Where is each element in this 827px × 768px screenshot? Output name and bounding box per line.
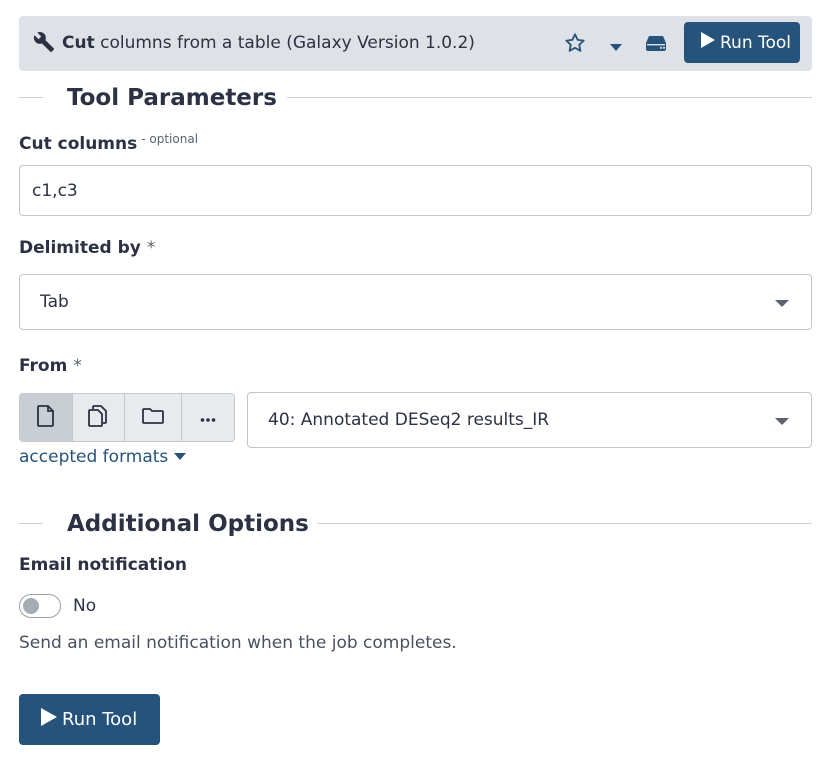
more-options-button[interactable] <box>182 394 235 441</box>
run-tool-label: Run Tool <box>62 709 138 730</box>
run-tool-button-top[interactable]: Run Tool <box>684 22 800 63</box>
from-dataset-select[interactable]: 40: Annotated DESeq2 results_IR <box>247 392 812 448</box>
email-notification-label: Email notification <box>19 554 187 576</box>
accepted-formats-link[interactable]: accepted formats <box>19 446 187 468</box>
run-tool-label: Run Tool <box>720 32 792 53</box>
tool-description: columns from a table (Galaxy Version 1.0… <box>100 33 475 53</box>
caret-down-icon[interactable] <box>609 37 623 56</box>
wrench-icon <box>33 31 55 57</box>
divider <box>318 523 812 524</box>
additional-options-section: Additional Options <box>19 509 812 539</box>
tool-header: Cut columns from a table (Galaxy Version… <box>19 16 812 71</box>
ellipsis-icon <box>200 408 216 427</box>
from-label: From * <box>19 355 82 377</box>
file-icon <box>36 404 55 431</box>
chevron-down-icon <box>775 418 789 425</box>
required-marker: * <box>73 356 82 376</box>
delimited-by-label-text: Delimited by <box>19 238 141 258</box>
play-icon <box>40 707 62 732</box>
email-notification-label-text: Email notification <box>19 555 187 575</box>
folder-icon <box>141 407 164 429</box>
email-toggle-value: No <box>73 596 97 616</box>
divider <box>287 97 812 98</box>
delimited-by-label: Delimited by * <box>19 237 155 259</box>
accepted-formats-text: accepted formats <box>19 447 169 467</box>
email-notification-toggle[interactable] <box>19 594 61 618</box>
caret-down-icon <box>174 453 187 460</box>
star-icon[interactable] <box>564 32 586 58</box>
divider <box>19 523 43 524</box>
optional-tag: - optional <box>141 132 199 146</box>
cut-columns-label: Cut columns - optional <box>19 128 198 155</box>
section-title: Additional Options <box>67 511 309 537</box>
delimited-by-select[interactable]: Tab <box>19 274 812 330</box>
single-dataset-button[interactable] <box>20 394 73 441</box>
cut-columns-value: c1,c3 <box>32 181 78 201</box>
from-dataset-value: 40: Annotated DESeq2 results_IR <box>268 410 550 430</box>
cut-columns-label-text: Cut columns <box>19 134 138 154</box>
required-marker: * <box>146 238 156 258</box>
divider <box>19 97 43 98</box>
multiple-datasets-button[interactable] <box>73 394 126 441</box>
cut-columns-input[interactable]: c1,c3 <box>19 165 812 216</box>
from-label-text: From <box>19 356 68 376</box>
collection-button[interactable] <box>125 394 182 441</box>
tool-name: Cut <box>62 33 95 53</box>
email-help-text: Send an email notification when the job … <box>19 633 457 653</box>
delimited-by-value: Tab <box>40 292 69 312</box>
run-tool-button[interactable]: Run Tool <box>19 694 160 745</box>
chevron-down-icon <box>775 300 789 307</box>
dataset-source-buttons <box>19 393 235 442</box>
play-icon <box>700 31 720 54</box>
tool-title: Cut columns from a table (Galaxy Version… <box>62 32 475 54</box>
toggle-knob <box>23 598 39 614</box>
files-icon <box>88 404 108 431</box>
tool-parameters-section: Tool Parameters <box>19 83 812 113</box>
section-title: Tool Parameters <box>67 85 277 111</box>
hdd-icon[interactable] <box>645 34 667 56</box>
